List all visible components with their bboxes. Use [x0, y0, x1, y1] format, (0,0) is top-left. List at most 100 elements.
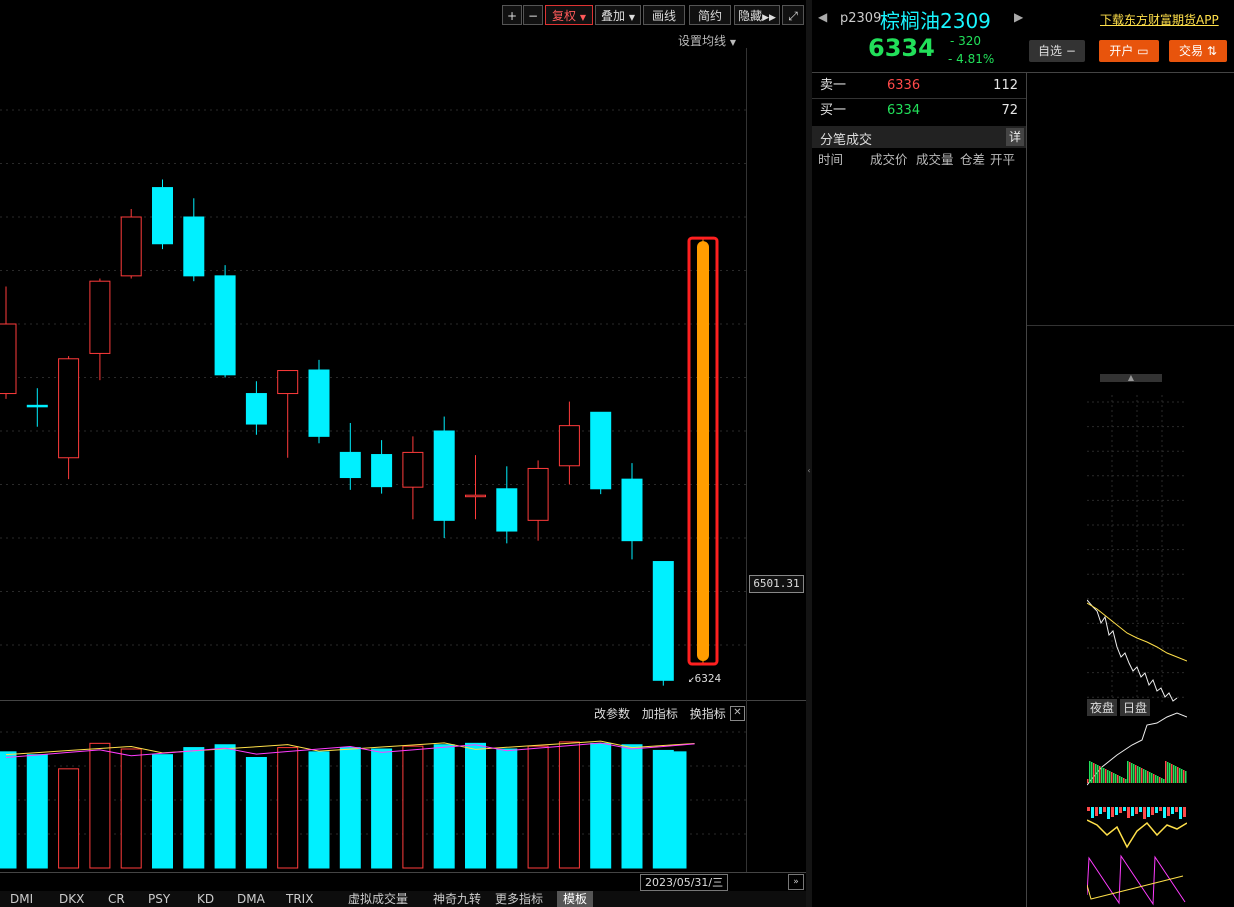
trade-row[interactable] [812, 861, 1026, 877]
trade-row[interactable] [812, 684, 1026, 700]
trade-row[interactable] [812, 668, 1026, 684]
indicator-bar[interactable] [527, 745, 549, 869]
download-app-link[interactable]: 下载东方财富期货APP [1100, 11, 1219, 28]
trade-row[interactable] [812, 749, 1026, 765]
zoom-out-button[interactable]: − [523, 5, 543, 25]
trade-row[interactable] [812, 346, 1026, 362]
trade-row[interactable] [812, 797, 1026, 813]
fullscreen-icon[interactable]: ⤢ [782, 5, 804, 25]
candle[interactable] [89, 278, 111, 381]
trade-row[interactable] [812, 411, 1026, 427]
trade-row[interactable] [812, 298, 1026, 314]
open-account-button[interactable]: 开户 ▭ [1099, 40, 1159, 62]
scroll-right-icon[interactable]: » [788, 874, 804, 890]
trade-row[interactable] [812, 443, 1026, 459]
indicator-tab[interactable]: DKX [59, 891, 84, 907]
trade-row[interactable] [812, 716, 1026, 732]
indicator-bar[interactable] [621, 744, 643, 869]
candle[interactable] [277, 370, 299, 458]
night-session-button[interactable]: 夜盘 [1087, 699, 1118, 716]
trade-row[interactable] [812, 829, 1026, 845]
trade-row[interactable] [812, 169, 1026, 185]
candle[interactable] [465, 455, 486, 520]
indicator-bar[interactable] [58, 768, 80, 869]
indicator-bar[interactable] [465, 742, 486, 869]
trade-row[interactable] [812, 733, 1026, 749]
jiandan-button[interactable]: 简约 [689, 5, 731, 25]
yincang-button[interactable]: 隐藏▶▶ [734, 5, 780, 25]
intraday-line[interactable] [1087, 395, 1187, 907]
trade-row[interactable] [812, 491, 1026, 507]
indicator-bar[interactable] [26, 754, 48, 869]
trade-row[interactable] [812, 233, 1026, 249]
indicator-tab[interactable]: KD [197, 891, 214, 907]
watchlist-button[interactable]: 自选 − [1029, 40, 1085, 62]
candle[interactable] [183, 198, 205, 282]
candle[interactable] [245, 381, 267, 435]
indicator-tab[interactable]: 更多指标 [495, 891, 543, 907]
trade-row[interactable] [812, 378, 1026, 394]
candle[interactable] [687, 236, 719, 666]
trade-row[interactable] [812, 588, 1026, 604]
trade-row[interactable] [812, 700, 1026, 716]
trade-row[interactable] [812, 314, 1026, 330]
indicator-tab[interactable]: 神奇九转 [433, 891, 481, 907]
candle[interactable] [402, 436, 424, 520]
trade-row[interactable] [812, 201, 1026, 217]
trade-row[interactable] [812, 523, 1026, 539]
indicator-bar[interactable] [590, 742, 612, 869]
indicator-bar[interactable] [152, 754, 173, 869]
candle[interactable] [308, 359, 330, 444]
trade-row[interactable] [812, 459, 1026, 475]
candle[interactable] [496, 466, 518, 544]
indicator-bar[interactable] [89, 742, 111, 869]
indicator-bar[interactable] [277, 747, 299, 869]
candle[interactable] [652, 561, 674, 686]
indicator-bar[interactable] [120, 748, 142, 869]
candle[interactable] [120, 208, 142, 279]
indicator-bar[interactable] [183, 747, 205, 869]
trades-list[interactable] [812, 169, 1026, 907]
candle[interactable] [152, 179, 173, 250]
trade-row[interactable] [812, 845, 1026, 861]
trade-row[interactable] [812, 781, 1026, 797]
trade-row[interactable] [812, 475, 1026, 491]
trade-row[interactable] [812, 362, 1026, 378]
candle[interactable] [527, 460, 549, 541]
indicator-bar[interactable] [558, 741, 580, 869]
diejia-button[interactable]: 叠加 ▼ [595, 5, 641, 25]
candle[interactable] [339, 422, 361, 490]
indicator-tab[interactable]: 模板 [557, 891, 594, 907]
trade-row[interactable] [812, 427, 1026, 443]
candle[interactable] [621, 463, 643, 560]
candle[interactable] [371, 440, 393, 494]
indicator-chart[interactable] [0, 700, 806, 872]
indicator-tab[interactable]: DMA [237, 891, 265, 907]
candle[interactable] [26, 388, 48, 427]
trade-row[interactable] [812, 394, 1026, 410]
trade-row[interactable] [812, 604, 1026, 620]
candlestick-chart[interactable] [0, 48, 806, 708]
expand-up-icon[interactable]: ▲ [1100, 374, 1162, 382]
huaxian-button[interactable]: 画线 [643, 5, 685, 25]
trade-row[interactable] [812, 636, 1026, 652]
set-ma-button[interactable]: 设置均线 ▼ [678, 32, 736, 49]
candle[interactable] [558, 401, 580, 485]
candle[interactable] [58, 356, 80, 480]
trade-row[interactable] [812, 185, 1026, 201]
candle[interactable] [214, 265, 236, 378]
indicator-bar[interactable] [308, 751, 330, 869]
indicator-tab[interactable]: 虚拟成交量 [348, 891, 408, 907]
indicator-bar[interactable] [496, 748, 518, 869]
trade-row[interactable] [812, 266, 1026, 282]
zoom-in-button[interactable]: + [502, 5, 522, 25]
trade-row[interactable] [812, 620, 1026, 636]
indicator-bar[interactable] [402, 745, 424, 869]
trade-row[interactable] [812, 539, 1026, 555]
trade-row[interactable] [812, 572, 1026, 588]
indicator-bar[interactable] [245, 757, 267, 869]
indicator-tab[interactable]: TRIX [286, 891, 313, 907]
indicator-bar[interactable] [371, 748, 393, 869]
trades-detail-button[interactable]: 详 [1006, 128, 1024, 146]
trade-row[interactable] [812, 894, 1026, 907]
